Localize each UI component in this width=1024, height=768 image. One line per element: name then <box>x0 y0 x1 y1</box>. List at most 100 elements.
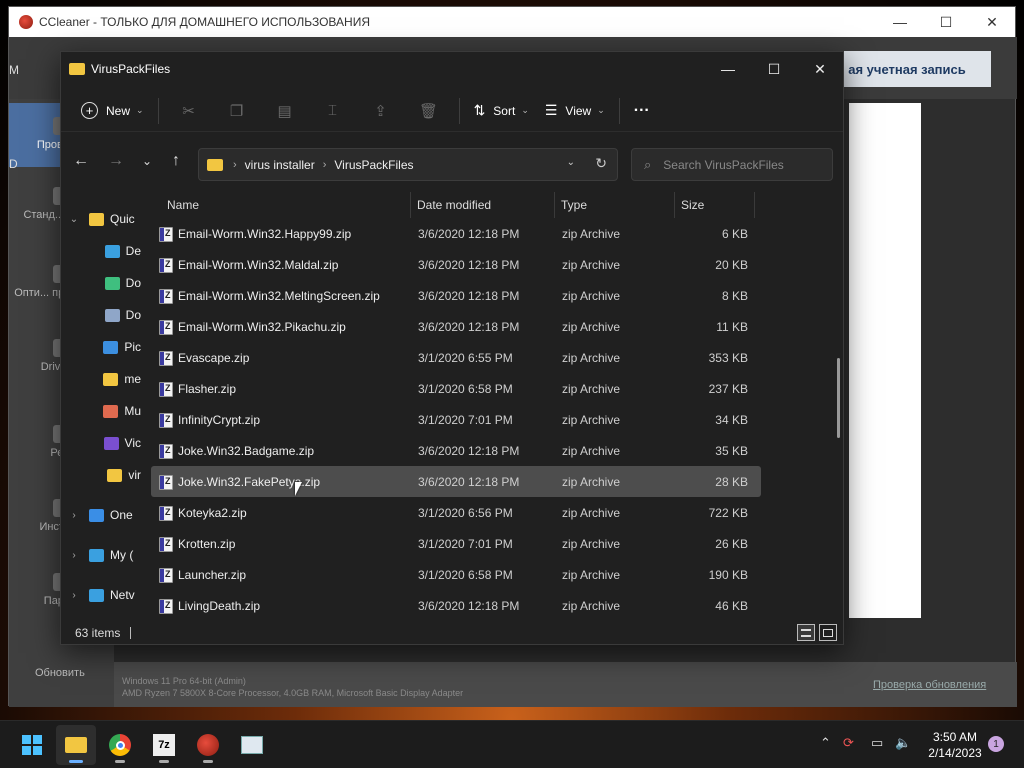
refresh-icon[interactable]: ↻ <box>595 155 607 172</box>
nav-pane-item[interactable]: Do <box>61 271 141 295</box>
zip-archive-icon <box>159 568 173 583</box>
ccleaner-titlebar[interactable]: CCleaner - ТОЛЬКО ДЛЯ ДОМАШНЕГО ИСПОЛЬЗО… <box>9 7 1015 37</box>
sysinfo-os: Windows 11 Pro 64-bit (Admin) <box>122 676 246 686</box>
file-row[interactable]: Email-Worm.Win32.Happy99.zip 3/6/2020 12:… <box>151 218 761 249</box>
breadcrumb-separator-icon[interactable]: › <box>323 159 327 171</box>
zip-archive-icon <box>159 351 173 366</box>
search-box[interactable]: ⌕ Search VirusPackFiles <box>631 148 833 181</box>
breadcrumb-viruspackfiles[interactable]: VirusPackFiles <box>334 158 413 172</box>
column-header-type[interactable]: Type <box>555 192 675 218</box>
expand-chevron-icon[interactable]: › <box>67 590 81 601</box>
large-icons-view-button[interactable] <box>819 624 837 641</box>
nav-pane-item[interactable]: me <box>61 367 141 391</box>
system-clock[interactable]: 3:50 AM 2/14/2023 <box>920 729 990 761</box>
file-date-modified: 3/1/2020 6:58 PM <box>418 568 513 582</box>
address-dropdown-icon[interactable]: ⌄ <box>567 157 575 168</box>
nav-pane-item[interactable]: › My ( <box>61 543 141 567</box>
nav-pane-label: Mu <box>124 404 141 418</box>
file-row[interactable]: Joke.Win32.FakePetya.zip3/6/2020 12:18 P… <box>151 466 761 497</box>
start-button[interactable] <box>12 725 52 765</box>
ccleaner-check-updates-link[interactable]: Проверка обновления <box>873 679 986 691</box>
ccleaner-maximize-button[interactable]: ☐ <box>923 14 969 31</box>
nav-pane-item[interactable]: De <box>61 239 141 263</box>
file-row[interactable]: Email-Worm.Win32.Maldal.zip 3/6/2020 12:1… <box>151 249 761 280</box>
taskbar-resource-monitor[interactable] <box>232 725 272 765</box>
taskbar-chrome[interactable] <box>100 725 140 765</box>
nav-pane-item[interactable]: Do <box>61 303 141 327</box>
view-button[interactable]: ☰ View ⌄ <box>537 95 613 127</box>
breadcrumb-virus-installer[interactable]: virus installer <box>245 158 315 172</box>
sort-button[interactable]: ⇅ Sort ⌄ <box>466 95 537 127</box>
explorer-minimize-button[interactable]: — <box>705 61 751 77</box>
ccleaner-title: CCleaner - ТОЛЬКО ДЛЯ ДОМАШНЕГО ИСПОЛЬЗО… <box>39 15 370 29</box>
taskbar-file-explorer[interactable] <box>56 725 96 765</box>
paste-icon[interactable]: ▤ <box>261 102 309 120</box>
file-rows: Email-Worm.Win32.Happy99.zip 3/6/2020 12:… <box>149 218 761 616</box>
copy-icon[interactable]: ❐ <box>213 102 261 120</box>
rename-icon[interactable]: ⌶ <box>309 102 357 119</box>
expand-chevron-icon[interactable]: ⌄ <box>67 214 81 225</box>
explorer-titlebar[interactable]: VirusPackFiles — ☐ ✕ <box>61 52 843 86</box>
show-hidden-icons-chevron-icon[interactable]: ⌃ <box>820 735 831 751</box>
nav-pane-item[interactable]: ⌄ Quic <box>61 207 141 231</box>
see-more-button[interactable]: ··· <box>626 95 658 127</box>
nav-pane-item[interactable]: › Netv <box>61 583 141 607</box>
command-separator <box>157 97 159 124</box>
downloads-icon <box>104 276 120 290</box>
explorer-maximize-button[interactable]: ☐ <box>751 61 797 78</box>
large-icons-view-icon <box>823 628 833 637</box>
notification-badge[interactable]: 1 <box>988 736 1004 752</box>
recent-locations-chevron-icon[interactable]: ⌄ <box>135 154 159 168</box>
file-row[interactable]: Krotten.zip 3/1/2020 7:01 PM zip Archive 26… <box>151 528 761 559</box>
documents-icon <box>104 308 120 322</box>
file-row[interactable]: Joke.Win32.Badgame.zip 3/6/2020 12:18 PM z… <box>151 435 761 466</box>
file-row[interactable]: Evascape.zip 3/1/2020 6:55 PM zip Archive 3… <box>151 342 761 373</box>
taskbar-7zip[interactable]: 7z <box>144 725 184 765</box>
file-name: Email-Worm.Win32.Maldal.zip <box>178 258 339 272</box>
column-header-name[interactable]: Name <box>161 192 411 218</box>
ccleaner-minimize-button[interactable]: — <box>877 14 923 30</box>
details-view-button[interactable] <box>797 624 815 641</box>
update-icon[interactable]: ⟳ <box>843 735 854 751</box>
up-arrow-icon[interactable]: ↑ <box>164 152 188 170</box>
nav-pane-item[interactable]: Pic <box>61 335 141 359</box>
forward-arrow-icon[interactable]: → <box>104 152 128 170</box>
breadcrumb-separator-icon[interactable]: › <box>233 159 237 171</box>
file-row[interactable]: Flasher.zip 3/1/2020 6:58 PM zip Archive 23… <box>151 373 761 404</box>
file-size: 8 KB <box>721 289 748 303</box>
network-icon[interactable]: ▭ <box>871 735 883 751</box>
folder-icon <box>69 63 85 75</box>
address-bar[interactable]: › virus installer › VirusPackFiles ⌄ ↻ <box>198 148 618 181</box>
file-row[interactable]: Launcher.zip 3/1/2020 6:58 PM zip Archive 1… <box>151 559 761 590</box>
file-row[interactable]: Email-Worm.Win32.Pikachu.zip 3/6/2020 12:… <box>151 311 761 342</box>
folder-icon <box>207 158 223 171</box>
ccleaner-close-button[interactable]: ✕ <box>969 14 1015 31</box>
volume-icon[interactable]: 🔈 <box>895 735 911 751</box>
ccleaner-refresh-label[interactable]: Обновить <box>35 667 85 679</box>
nav-pane-item[interactable]: › One <box>61 503 141 527</box>
file-row[interactable]: Email-Worm.Win32.MeltingScreen.zip 3/6/20… <box>151 280 761 311</box>
expand-chevron-icon[interactable]: › <box>67 550 81 561</box>
new-button[interactable]: + New ⌄ <box>73 95 152 127</box>
delete-icon[interactable]: 🗑 <box>405 102 453 120</box>
ccleaner-system-info: Windows 11 Pro 64-bit (Admin) AMD Ryzen … <box>122 675 463 699</box>
taskbar-ccleaner[interactable] <box>188 725 228 765</box>
nav-pane-item[interactable]: Mu <box>61 399 141 423</box>
nav-pane-item[interactable]: Vic <box>61 431 141 455</box>
file-row[interactable]: InfinityCrypt.zip 3/1/2020 7:01 PM zip Arc… <box>151 404 761 435</box>
cut-icon[interactable]: ✂ <box>165 102 213 120</box>
file-row[interactable]: Koteyka2.zip 3/1/2020 6:56 PM zip Archive 7… <box>151 497 761 528</box>
file-type: zip Archive <box>562 289 621 303</box>
explorer-close-button[interactable]: ✕ <box>797 61 843 78</box>
nav-pane-item[interactable]: vir <box>61 463 141 487</box>
share-icon[interactable]: ⇪ <box>357 102 405 120</box>
mouse-pointer-icon <box>295 482 302 496</box>
file-name: Krotten.zip <box>178 537 236 551</box>
file-row[interactable]: LivingDeath.zip 3/6/2020 12:18 PM zip Arch… <box>151 590 761 616</box>
file-date-modified: 3/6/2020 12:18 PM <box>418 599 520 613</box>
expand-chevron-icon[interactable]: › <box>67 510 81 521</box>
column-header-date-modified[interactable]: Date modified <box>411 192 555 218</box>
column-header-size[interactable]: Size <box>675 192 755 218</box>
back-arrow-icon[interactable]: ← <box>69 152 93 170</box>
vertical-scrollbar-thumb[interactable] <box>837 358 840 438</box>
